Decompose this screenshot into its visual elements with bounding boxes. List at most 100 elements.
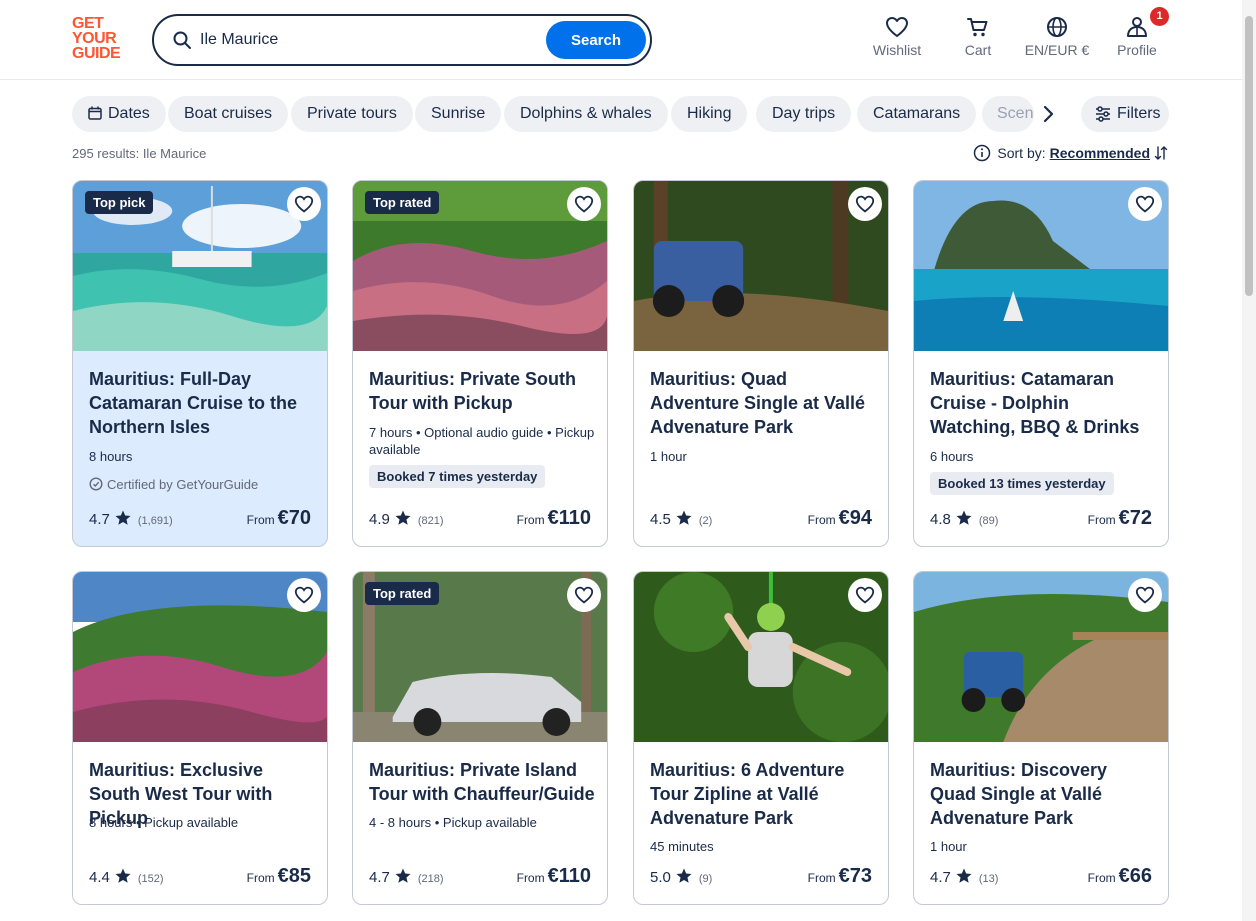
activity-card[interactable]: Top pick Mauritius: Full-Day Catamaran C…	[72, 180, 328, 547]
heart-icon	[1135, 195, 1155, 213]
certified-text: Certified by GetYourGuide	[107, 477, 259, 492]
wishlist-toggle[interactable]	[848, 578, 882, 612]
chip-dolphins-whales[interactable]: Dolphins & whales	[504, 96, 668, 132]
chip-label: Hiking	[687, 105, 732, 122]
wishlist-toggle[interactable]	[567, 187, 601, 221]
filters-button[interactable]: Filters	[1081, 96, 1169, 132]
chip-catamarans[interactable]: Catamarans	[857, 96, 977, 132]
activity-meta: 8 hours • Pickup available	[89, 815, 239, 830]
search-input[interactable]	[200, 26, 540, 54]
sort-control[interactable]: Sort by: Recommended	[973, 144, 1168, 162]
price-from: From	[246, 871, 275, 885]
price-amount: €73	[838, 865, 872, 887]
search-button[interactable]: Search	[546, 21, 646, 59]
activity-card[interactable]: Mauritius: Discovery Quad Single at Vall…	[913, 571, 1169, 905]
calendar-icon	[88, 106, 102, 120]
price: From €85	[247, 865, 311, 888]
activity-card[interactable]: Mauritius: Catamaran Cruise - Dolphin Wa…	[913, 180, 1169, 547]
certified-label: Certified by GetYourGuide	[89, 477, 258, 492]
language-currency-button[interactable]: EN/EUR €	[1022, 16, 1092, 64]
logo-line: GET	[72, 15, 104, 32]
page-scrollbar[interactable]	[1242, 0, 1256, 921]
profile-button[interactable]: 1 Profile	[1114, 7, 1169, 64]
wishlist-toggle[interactable]	[848, 187, 882, 221]
wishlist-toggle[interactable]	[1128, 578, 1162, 612]
price-amount: €85	[277, 865, 311, 887]
price-amount: €70	[277, 507, 311, 529]
logo-line: GUIDE	[72, 45, 121, 62]
booked-badge: Booked 7 times yesterday	[369, 465, 546, 488]
activity-title[interactable]: Mauritius: Catamaran Cruise - Dolphin Wa…	[930, 367, 1158, 439]
cart-icon	[967, 18, 988, 37]
activity-title[interactable]: Mauritius: Quad Adventure Single at Vall…	[650, 367, 878, 439]
review-count: (152)	[137, 873, 164, 885]
price: From €94	[808, 507, 872, 530]
activity-meta: 7 hours • Optional audio guide • Pickup …	[369, 425, 595, 457]
activity-meta: 45 minutes	[650, 839, 714, 854]
sort-value[interactable]: Recommended	[1050, 145, 1150, 161]
info-icon[interactable]	[973, 144, 991, 162]
profile-icon	[1127, 17, 1147, 37]
cart-button[interactable]: Cart	[958, 16, 998, 64]
search-icon	[173, 31, 191, 49]
getyourguide-logo[interactable]: GET YOUR GUIDE	[72, 15, 132, 62]
activity-card[interactable]: Top rated Mauritius: Private Island Tour…	[352, 571, 608, 905]
chip-label: Day trips	[772, 105, 836, 122]
activity-title[interactable]: Mauritius: Discovery Quad Single at Vall…	[930, 758, 1158, 830]
price-amount: €110	[547, 865, 591, 887]
price: From €72	[1088, 507, 1152, 530]
price: From €70	[247, 507, 311, 530]
rating: 4.5 (2)	[650, 509, 712, 528]
price-amount: €110	[547, 507, 591, 529]
heart-icon	[855, 586, 875, 604]
chevron-right-icon[interactable]	[1036, 102, 1060, 126]
price-from: From	[1087, 871, 1116, 885]
globe-icon	[1047, 17, 1067, 37]
activity-meta: 8 hours	[89, 449, 133, 464]
heart-icon	[886, 17, 908, 37]
wishlist-toggle[interactable]	[1128, 187, 1162, 221]
chip-day-trips[interactable]: Day trips	[756, 96, 852, 132]
activity-title[interactable]: Mauritius: 6 Adventure Tour Zipline at V…	[650, 758, 878, 830]
profile-notification-badge: 1	[1150, 7, 1169, 26]
sort-label: Sort by:	[997, 145, 1046, 161]
search-bar: Search	[152, 14, 652, 66]
heart-icon	[574, 586, 594, 604]
rating-value: 4.7	[930, 869, 951, 886]
chip-label: Boat cruises	[184, 105, 273, 122]
tag-badge: Top pick	[85, 191, 154, 214]
wishlist-button[interactable]: Wishlist	[872, 16, 922, 64]
chip-sunrise[interactable]: Sunrise	[415, 96, 502, 132]
tag-badge: Top rated	[365, 191, 440, 214]
rating: 4.8 (89)	[930, 509, 998, 528]
star-icon	[676, 868, 692, 883]
sort-arrows-icon	[1154, 146, 1168, 160]
scrollbar-thumb[interactable]	[1245, 16, 1253, 296]
activity-meta: 1 hour	[930, 839, 967, 854]
activity-card[interactable]: Top rated Mauritius: Private South Tour …	[352, 180, 608, 547]
rating-value: 4.5	[650, 511, 671, 528]
booked-badge: Booked 13 times yesterday	[930, 472, 1114, 495]
rating: 4.7 (218)	[369, 867, 444, 886]
activity-title[interactable]: Mauritius: Private Island Tour with Chau…	[369, 758, 597, 806]
activity-title[interactable]: Mauritius: Private South Tour with Picku…	[369, 367, 597, 415]
wishlist-toggle[interactable]	[287, 578, 321, 612]
rating-value: 4.8	[930, 511, 951, 528]
chip-dates[interactable]: Dates	[72, 96, 166, 132]
rating: 4.7 (13)	[930, 867, 998, 886]
activity-card[interactable]: Mauritius: 6 Adventure Tour Zipline at V…	[633, 571, 889, 905]
chip-private-tours[interactable]: Private tours	[291, 96, 413, 132]
review-count: (13)	[978, 873, 999, 885]
price-from: From	[807, 513, 836, 527]
activity-title[interactable]: Mauritius: Full-Day Catamaran Cruise to …	[89, 367, 317, 439]
chip-hiking[interactable]: Hiking	[671, 96, 748, 132]
review-count: (89)	[978, 515, 999, 527]
chip-boat-cruises[interactable]: Boat cruises	[168, 96, 289, 132]
wishlist-toggle[interactable]	[287, 187, 321, 221]
chip-scenic[interactable]: Scenic	[982, 96, 1034, 132]
activity-card[interactable]: Mauritius: Exclusive South West Tour wit…	[72, 571, 328, 905]
price-amount: €72	[1118, 507, 1152, 529]
review-count: (821)	[417, 515, 444, 527]
wishlist-toggle[interactable]	[567, 578, 601, 612]
activity-card[interactable]: Mauritius: Quad Adventure Single at Vall…	[633, 180, 889, 547]
